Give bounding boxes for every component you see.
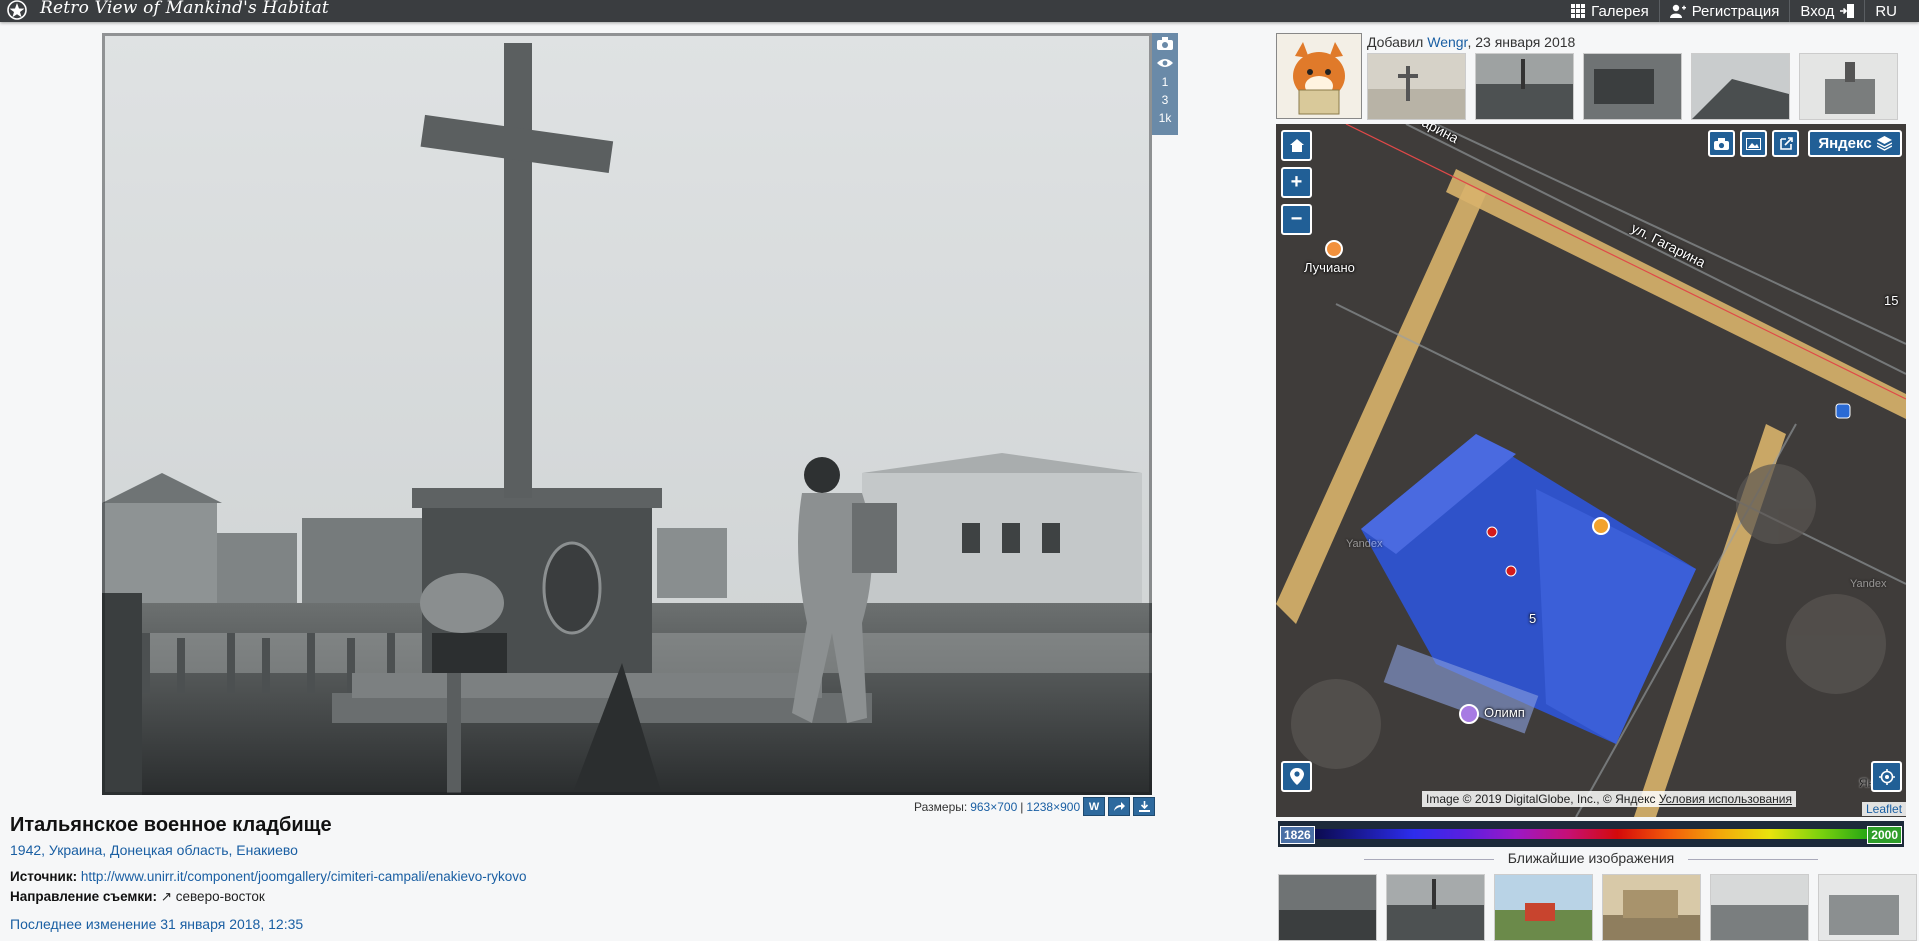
nearby-thumb[interactable]	[1494, 874, 1593, 941]
nav-language[interactable]: RU	[1864, 0, 1907, 22]
author-link[interactable]: Wengr	[1427, 34, 1467, 50]
author-gallery-thumbs	[1367, 53, 1898, 120]
map-images-button[interactable]	[1740, 130, 1767, 157]
size-separator: |	[1020, 799, 1024, 814]
share-button[interactable]	[1108, 797, 1131, 816]
map-marker-button[interactable]	[1281, 761, 1312, 792]
home-icon	[1289, 139, 1304, 152]
zoom-number: 15	[1884, 293, 1899, 308]
added-by: Добавил Wengr, 23 января 2018	[1367, 34, 1575, 50]
house-number: 5	[1529, 611, 1537, 626]
views-total: 1k	[1158, 111, 1172, 125]
nav-register[interactable]: Регистрация	[1658, 0, 1790, 22]
image-icon	[1746, 137, 1761, 150]
sizes-label: Размеры:	[914, 799, 968, 814]
download-button[interactable]	[1133, 797, 1156, 816]
map-watermark: Yandex	[1850, 578, 1887, 590]
watermark-button[interactable]: W	[1083, 797, 1106, 816]
nearby-thumb[interactable]	[1386, 874, 1485, 941]
gallery-thumb[interactable]	[1691, 53, 1790, 120]
site-logo-text[interactable]: Retro View of Mankind's Habitat	[40, 0, 329, 18]
source-label: Источник:	[10, 869, 78, 884]
star-logo-icon[interactable]	[6, 0, 28, 22]
gallery-thumb[interactable]	[1799, 53, 1898, 120]
camera-icon	[1714, 137, 1729, 150]
map-home-button[interactable]	[1281, 130, 1312, 161]
place-luchiano[interactable]: Лучиано	[1304, 260, 1355, 275]
last-modified[interactable]: Последнее изменение 31 января 2018, 12:3…	[10, 916, 303, 932]
zoom-out-button[interactable]: −	[1281, 204, 1312, 235]
top-bar: Retro View of Mankind's Habitat Галерея …	[0, 0, 1919, 22]
gallery-thumb[interactable]	[1583, 53, 1682, 120]
map-attribution: Image © 2019 DigitalGlobe, Inc., © Яндек…	[1422, 791, 1797, 807]
photo-location-link[interactable]: 1942, Украина, Донецкая область, Енакиев…	[10, 842, 298, 858]
direction-label: Направление съемки:	[10, 889, 157, 904]
top-nav: Галерея Регистрация Вход RU	[1561, 0, 1907, 22]
share-link-icon	[1779, 136, 1793, 150]
map-terms-link[interactable]: Условия использования	[1659, 792, 1792, 806]
year-to-handle[interactable]: 2000	[1867, 826, 1902, 844]
nearby-thumb[interactable]	[1602, 874, 1701, 941]
locate-me-button[interactable]	[1871, 761, 1902, 792]
nav-gallery[interactable]: Галерея	[1561, 0, 1659, 22]
map-attribution-text: Image © 2019 DigitalGlobe, Inc., © Яндек…	[1426, 792, 1656, 806]
year-from-handle[interactable]: 1826	[1280, 826, 1315, 844]
location-pin-icon	[1289, 768, 1304, 785]
nav-login-label: Вход	[1800, 2, 1835, 20]
layers-icon	[1876, 136, 1892, 151]
added-by-prefix: Добавил	[1367, 34, 1424, 50]
login-icon	[1840, 4, 1855, 18]
satellite-map[interactable]: ул. Гагарина арина Лучиано Олимп 5 15 Ya…	[1276, 124, 1906, 817]
cemetery-photo-image	[102, 33, 1152, 795]
grid-icon	[1571, 4, 1586, 18]
nav-register-label: Регистрация	[1691, 2, 1780, 20]
nav-language-label: RU	[1875, 2, 1897, 20]
nearby-thumb[interactable]	[1710, 874, 1809, 941]
direction-row: Направление съемки: ↗ северо-восток	[10, 889, 265, 905]
source-row: Источник: http://www.unirr.it/component/…	[10, 869, 527, 884]
year-range-slider[interactable]: 1826 2000	[1278, 821, 1904, 847]
main-photo[interactable]	[102, 33, 1152, 795]
user-add-icon	[1669, 4, 1686, 18]
zoom-in-button[interactable]: +	[1281, 167, 1312, 198]
nearby-thumbs	[1278, 874, 1917, 941]
share-icon	[1114, 801, 1126, 811]
avatar[interactable]	[1276, 33, 1362, 119]
photo-sizes: Размеры: 963×700 | 1238×900 W	[914, 797, 1156, 816]
eye-icon	[1152, 55, 1178, 73]
views-today: 1	[1161, 75, 1169, 89]
nearby-images-title: Ближайшие изображения	[1276, 850, 1906, 866]
source-link[interactable]: http://www.unirr.it/component/joomgaller…	[81, 869, 527, 884]
views-week: 3	[1161, 93, 1169, 107]
gallery-thumb[interactable]	[1475, 53, 1574, 120]
map-provider-button[interactable]: Яндекс	[1808, 130, 1902, 157]
photo-stats-panel: 1 3 1k	[1152, 33, 1178, 135]
map-photos-button[interactable]	[1708, 130, 1735, 157]
camera-icon[interactable]	[1152, 33, 1178, 55]
crosshair-icon	[1878, 768, 1895, 785]
place-olimp[interactable]: Олимп	[1484, 705, 1525, 720]
map-watermark: Yandex	[1346, 538, 1383, 550]
nearby-thumb[interactable]	[1818, 874, 1917, 941]
size-small-link[interactable]: 963×700	[970, 800, 1017, 814]
nearby-thumb[interactable]	[1278, 874, 1377, 941]
added-date: , 23 января 2018	[1467, 34, 1576, 50]
page-title: Итальянское военное кладбище	[10, 814, 332, 836]
map-provider-label: Яндекс	[1818, 135, 1872, 152]
nav-gallery-label: Галерея	[1591, 2, 1649, 20]
gallery-thumb[interactable]	[1367, 53, 1466, 120]
map-share-button[interactable]	[1772, 130, 1799, 157]
direction-value: ↗ северо-восток	[160, 889, 265, 904]
size-large-link[interactable]: 1238×900	[1026, 800, 1080, 814]
map-satellite-image	[1276, 124, 1906, 817]
download-icon	[1138, 801, 1150, 812]
year-gradient-track	[1312, 829, 1872, 839]
nav-login[interactable]: Вход	[1789, 0, 1864, 22]
leaflet-link[interactable]: Leaflet	[1862, 802, 1907, 816]
